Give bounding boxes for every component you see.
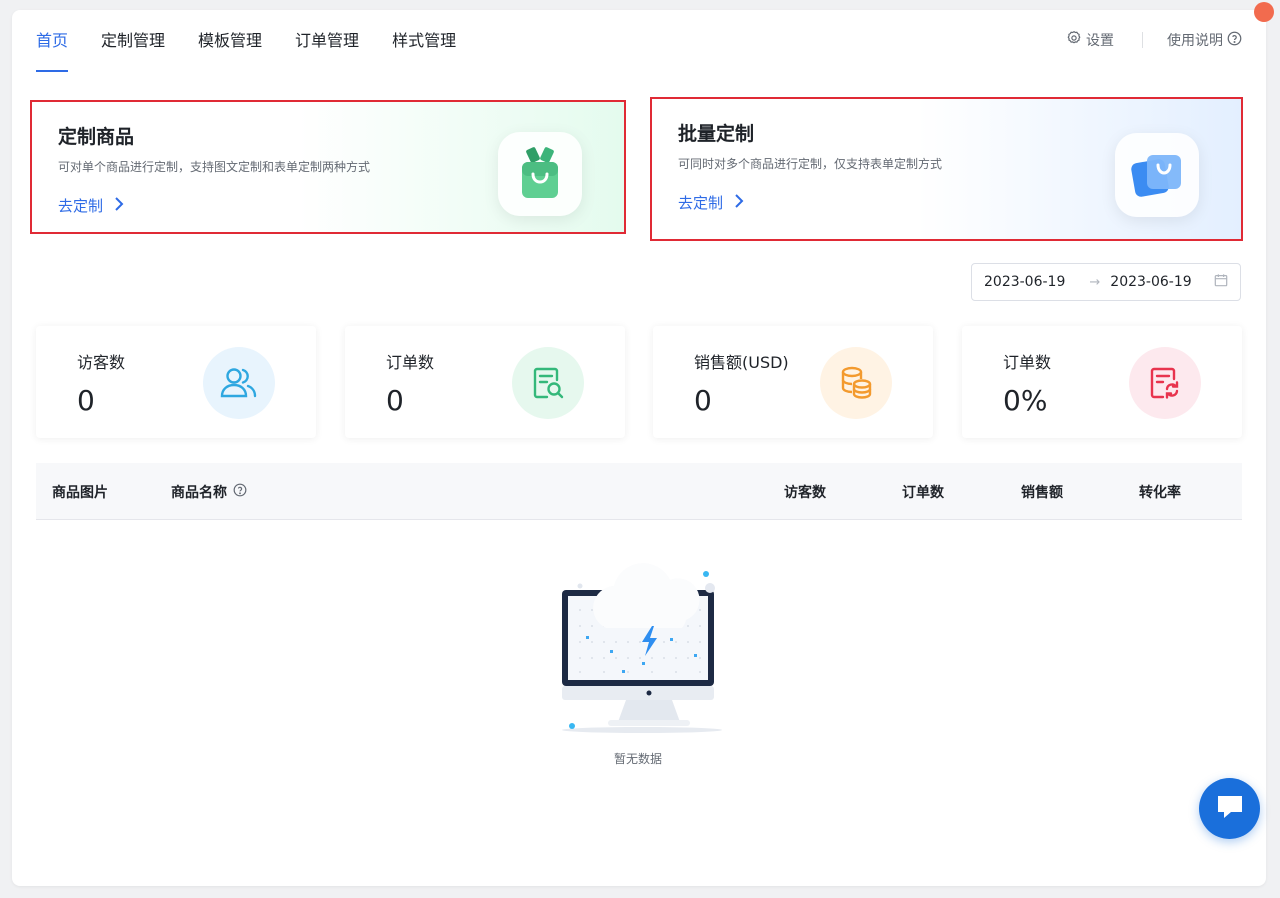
promo-title: 批量定制 bbox=[678, 123, 755, 145]
help-label: 使用说明 bbox=[1167, 33, 1223, 49]
column-header-product-name: 商品名称 bbox=[171, 482, 247, 502]
stat-value: 0 bbox=[694, 384, 712, 417]
promo-card-batch-custom: 批量定制 可同时对多个商品进行定制，仅支持表单定制方式 去定制 bbox=[650, 97, 1243, 241]
empty-state-illustration bbox=[552, 538, 732, 742]
promo-title: 定制商品 bbox=[58, 126, 135, 148]
help-link[interactable]: 使用说明 bbox=[1167, 30, 1242, 50]
promo-description: 可对单个商品进行定制，支持图文定制和表单定制两种方式 bbox=[58, 160, 371, 174]
question-circle-icon[interactable] bbox=[233, 483, 247, 501]
tab-templates[interactable]: 模板管理 bbox=[198, 30, 262, 72]
stacked-bags-icon bbox=[1115, 133, 1199, 217]
chat-support-button[interactable] bbox=[1199, 778, 1260, 839]
column-label: 销售额 bbox=[1021, 485, 1063, 501]
page-container: 首页 定制管理 模板管理 订单管理 样式管理 设置 使用说明 定制商品 可对单个… bbox=[12, 2, 1274, 886]
column-label: 商品图片 bbox=[52, 485, 108, 501]
shopping-bag-icon bbox=[498, 132, 582, 216]
stat-label: 订单数 bbox=[386, 353, 435, 372]
stat-label: 销售额(USD) bbox=[694, 353, 789, 372]
end-date[interactable]: 2023-06-19 bbox=[1110, 274, 1191, 290]
tab-orders[interactable]: 订单管理 bbox=[295, 30, 359, 72]
question-circle-icon bbox=[1227, 31, 1242, 50]
tab-customization[interactable]: 定制管理 bbox=[101, 30, 165, 72]
start-date[interactable]: 2023-06-19 bbox=[984, 274, 1065, 290]
promo-cta-label: 去定制 bbox=[678, 194, 724, 212]
order-search-icon bbox=[512, 347, 584, 419]
order-refresh-icon bbox=[1129, 347, 1201, 419]
go-customize-button[interactable]: 去定制 bbox=[58, 195, 125, 216]
promo-card-custom-product: 定制商品 可对单个商品进行定制，支持图文定制和表单定制两种方式 去定制 bbox=[30, 100, 626, 234]
stat-value: 0 bbox=[386, 384, 404, 417]
nav-divider bbox=[1142, 32, 1143, 48]
empty-state-text: 暂无数据 bbox=[614, 752, 663, 766]
gear-icon bbox=[1066, 30, 1082, 50]
settings-label: 设置 bbox=[1086, 33, 1114, 49]
tab-home[interactable]: 首页 bbox=[36, 30, 69, 72]
column-header-product-image: 商品图片 bbox=[52, 482, 108, 502]
column-header-orders: 订单数 bbox=[902, 482, 944, 502]
stat-value: 0 bbox=[77, 384, 95, 417]
stat-label: 访客数 bbox=[77, 353, 126, 372]
users-icon bbox=[203, 347, 275, 419]
stat-card-conversion: 订单数 0% bbox=[962, 326, 1242, 438]
column-header-visitors: 访客数 bbox=[784, 482, 826, 502]
nav-actions: 设置 使用说明 bbox=[1066, 30, 1242, 50]
stat-card-visitors: 访客数 0 bbox=[36, 326, 316, 438]
date-range-picker[interactable]: 2023-06-19 → 2023-06-19 bbox=[971, 263, 1241, 301]
date-separator: → bbox=[1089, 274, 1101, 290]
settings-link[interactable]: 设置 bbox=[1066, 30, 1114, 50]
calendar-icon bbox=[1214, 273, 1228, 291]
column-header-conversion: 转化率 bbox=[1139, 482, 1181, 502]
chevron-right-icon bbox=[733, 193, 745, 212]
stat-card-sales: 销售额(USD) 0 bbox=[653, 326, 933, 438]
notification-dot bbox=[1254, 2, 1274, 22]
stat-label: 订单数 bbox=[1003, 353, 1052, 372]
chat-bubble-icon bbox=[1215, 793, 1245, 825]
column-label: 订单数 bbox=[902, 485, 944, 501]
column-label: 商品名称 bbox=[171, 485, 227, 501]
nav-tabs: 首页 定制管理 模板管理 订单管理 样式管理 bbox=[36, 30, 489, 72]
go-batch-customize-button[interactable]: 去定制 bbox=[678, 192, 745, 213]
stat-value: 0% bbox=[1003, 384, 1048, 417]
column-label: 访客数 bbox=[784, 485, 826, 501]
tab-styles[interactable]: 样式管理 bbox=[392, 30, 456, 72]
promo-cta-label: 去定制 bbox=[58, 197, 104, 215]
stat-card-orders: 订单数 0 bbox=[345, 326, 625, 438]
column-header-sales: 销售额 bbox=[1021, 482, 1063, 502]
column-label: 转化率 bbox=[1139, 485, 1181, 501]
product-table-header: 商品图片 商品名称 访客数 订单数 销售额 转化率 bbox=[36, 463, 1242, 520]
promo-description: 可同时对多个商品进行定制，仅支持表单定制方式 bbox=[678, 157, 943, 171]
coins-icon bbox=[820, 347, 892, 419]
top-nav: 首页 定制管理 模板管理 订单管理 样式管理 设置 使用说明 bbox=[36, 10, 1242, 82]
chevron-right-icon bbox=[113, 196, 125, 215]
